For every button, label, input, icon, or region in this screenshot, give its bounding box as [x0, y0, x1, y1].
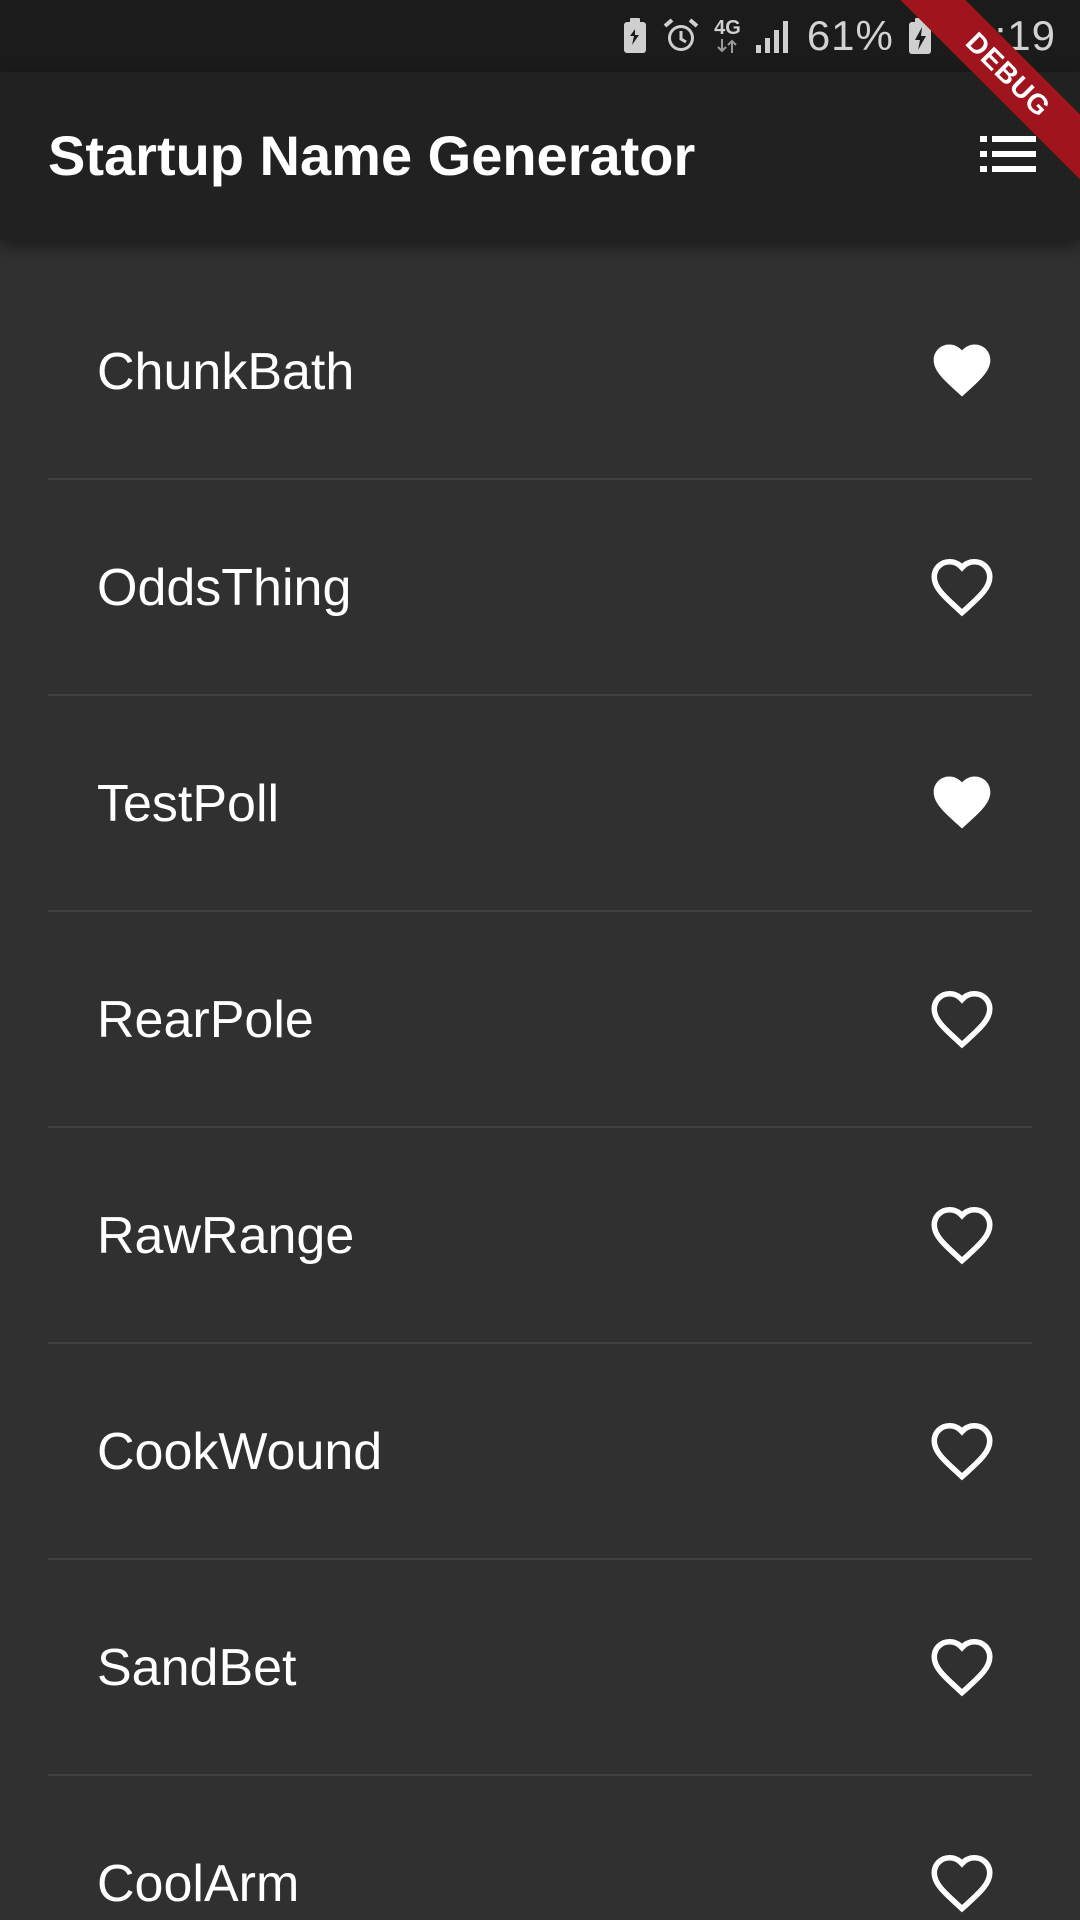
list-item-name: RawRange	[97, 1207, 355, 1265]
page-title: Startup Name Generator	[48, 124, 696, 187]
list-item[interactable]: ChunkBath	[48, 264, 1032, 480]
signal-icon	[755, 18, 793, 54]
word-list[interactable]: ChunkBath OddsThing TestPoll RearPole RawRan…	[0, 240, 1080, 1920]
favorite-button[interactable]	[926, 1848, 998, 1920]
list-item[interactable]: OddsThing	[48, 480, 1032, 696]
status-icons: 4G 61% 09:19	[622, 0, 1056, 72]
battery-charging-icon	[908, 17, 932, 55]
list-item-name: ChunkBath	[97, 343, 355, 401]
heart-outline-icon	[928, 984, 996, 1057]
list-item-name: CookWound	[97, 1423, 383, 1481]
list-item-name: SandBet	[97, 1639, 297, 1697]
list-item-name: RearPole	[97, 991, 314, 1049]
favorite-button[interactable]	[926, 1200, 998, 1272]
favorite-button[interactable]	[926, 984, 998, 1056]
heart-outline-icon	[928, 552, 996, 625]
list-item[interactable]: CoolArm	[48, 1776, 1032, 1920]
favorite-button[interactable]	[926, 768, 998, 840]
status-bar: 4G 61% 09:19	[0, 0, 1080, 72]
favorite-button[interactable]	[926, 336, 998, 408]
list-icon	[980, 134, 1036, 179]
saved-list-button[interactable]	[960, 108, 1056, 204]
list-item-name: OddsThing	[97, 559, 352, 617]
favorite-button[interactable]	[926, 1632, 998, 1704]
battery-saver-icon	[622, 17, 648, 55]
favorite-button[interactable]	[926, 1416, 998, 1488]
heart-outline-icon	[928, 1200, 996, 1273]
heart-outline-icon	[928, 1416, 996, 1489]
heart-filled-icon	[928, 768, 996, 841]
network-4g-icon: 4G	[714, 18, 741, 54]
app-bar: Startup Name Generator	[0, 72, 1080, 240]
favorite-button[interactable]	[926, 552, 998, 624]
list-item[interactable]: RearPole	[48, 912, 1032, 1128]
list-item[interactable]: TestPoll	[48, 696, 1032, 912]
list-item-name: TestPoll	[97, 775, 280, 833]
alarm-icon	[662, 17, 700, 55]
heart-filled-icon	[928, 336, 996, 409]
list-item-name: CoolArm	[97, 1855, 300, 1913]
clock: 09:19	[945, 12, 1056, 59]
battery-percent: 61%	[806, 12, 894, 59]
list-item[interactable]: RawRange	[48, 1128, 1032, 1344]
heart-outline-icon	[928, 1848, 996, 1920]
list-item[interactable]: SandBet	[48, 1560, 1032, 1776]
network-label: 4G	[714, 17, 741, 39]
list-item[interactable]: CookWound	[48, 1344, 1032, 1560]
heart-outline-icon	[928, 1632, 996, 1705]
